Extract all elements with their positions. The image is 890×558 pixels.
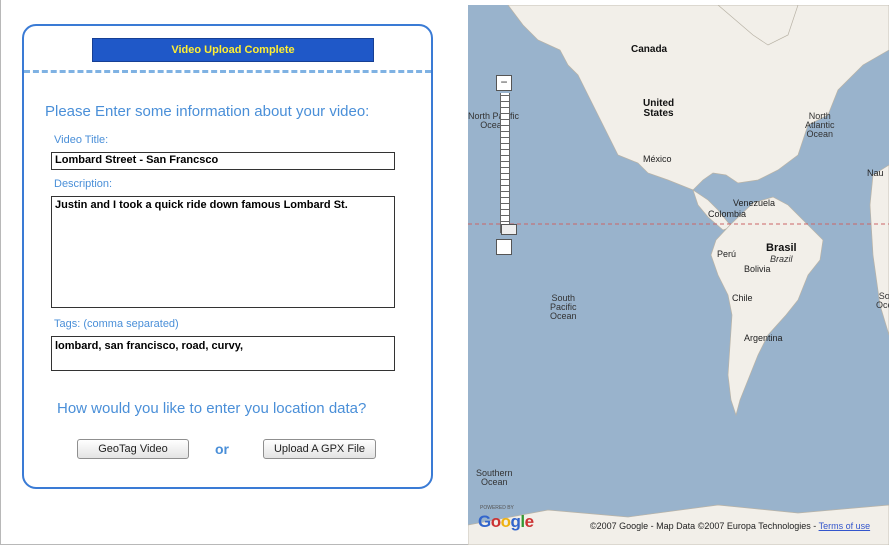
zoom-control: − xyxy=(496,75,517,255)
logo-letter: o xyxy=(500,512,511,531)
world-map[interactable]: Canada United States México North Pacifi… xyxy=(468,5,889,545)
label-southern-ocean: Southern Ocean xyxy=(476,468,513,487)
description-label: Description: xyxy=(54,178,113,190)
dashed-divider xyxy=(24,70,431,73)
tags-input[interactable]: lombard, san francisco, road, curvy, xyxy=(51,336,395,371)
label-canada: Canada xyxy=(631,44,668,55)
label-north-atlantic: North Atlantic Ocean xyxy=(805,111,835,139)
label-venezuela: Venezuela xyxy=(733,198,776,208)
label-brazil: Brazil xyxy=(770,254,793,264)
description-textarea[interactable]: Justin and I took a quick ride down famo… xyxy=(51,196,395,308)
or-separator: or xyxy=(215,441,229,457)
label-united-states: United States xyxy=(643,98,675,119)
label-bolivia: Bolivia xyxy=(744,264,771,274)
label-south-edge-ocean: So Oce xyxy=(876,291,889,310)
upload-gpx-button[interactable]: Upload A GPX File xyxy=(263,439,376,459)
logo-letter: o xyxy=(490,512,501,531)
video-title-label: Video Title: xyxy=(54,134,109,146)
map-copyright: ©2007 Google - Map Data ©2007 Europa Tec… xyxy=(590,521,870,531)
copyright-text: ©2007 Google - Map Data ©2007 Europa Tec… xyxy=(590,521,819,531)
powered-by-label: POWERED BY xyxy=(480,505,514,511)
label-argentina: Argentina xyxy=(744,333,783,343)
zoom-out-icon[interactable]: − xyxy=(496,75,512,91)
label-brasil: Brasil xyxy=(766,242,797,254)
map-background xyxy=(468,5,889,545)
logo-letter: e xyxy=(524,512,534,531)
label-south-pacific: South Pacific Ocean xyxy=(550,293,577,321)
zoom-slider-handle[interactable] xyxy=(501,224,517,235)
location-question: How would you like to enter you location… xyxy=(57,400,367,417)
label-colombia: Colombia xyxy=(708,209,747,219)
label-mexico: México xyxy=(643,154,672,164)
terms-of-use-link[interactable]: Terms of use xyxy=(819,521,871,531)
video-info-panel: Video Upload Complete Please Enter some … xyxy=(22,24,433,489)
google-logo[interactable]: Google xyxy=(478,512,534,532)
form-heading: Please Enter some information about your… xyxy=(45,103,370,120)
upload-form-pane: Video Upload Complete Please Enter some … xyxy=(0,0,468,545)
logo-letter: g xyxy=(510,512,521,531)
zoom-slider-track[interactable] xyxy=(500,93,517,235)
label-chile: Chile xyxy=(732,293,753,303)
label-nau: Nau xyxy=(867,168,884,178)
tags-label: Tags: (comma separated) xyxy=(54,318,179,330)
geotag-video-button[interactable]: GeoTag Video xyxy=(77,439,189,459)
upload-complete-banner: Video Upload Complete xyxy=(92,38,374,62)
video-title-input[interactable]: Lombard Street - San Francsco xyxy=(51,152,395,170)
label-peru: Perú xyxy=(717,249,737,259)
zoom-in-icon[interactable] xyxy=(496,239,512,255)
logo-letter: G xyxy=(478,512,491,531)
